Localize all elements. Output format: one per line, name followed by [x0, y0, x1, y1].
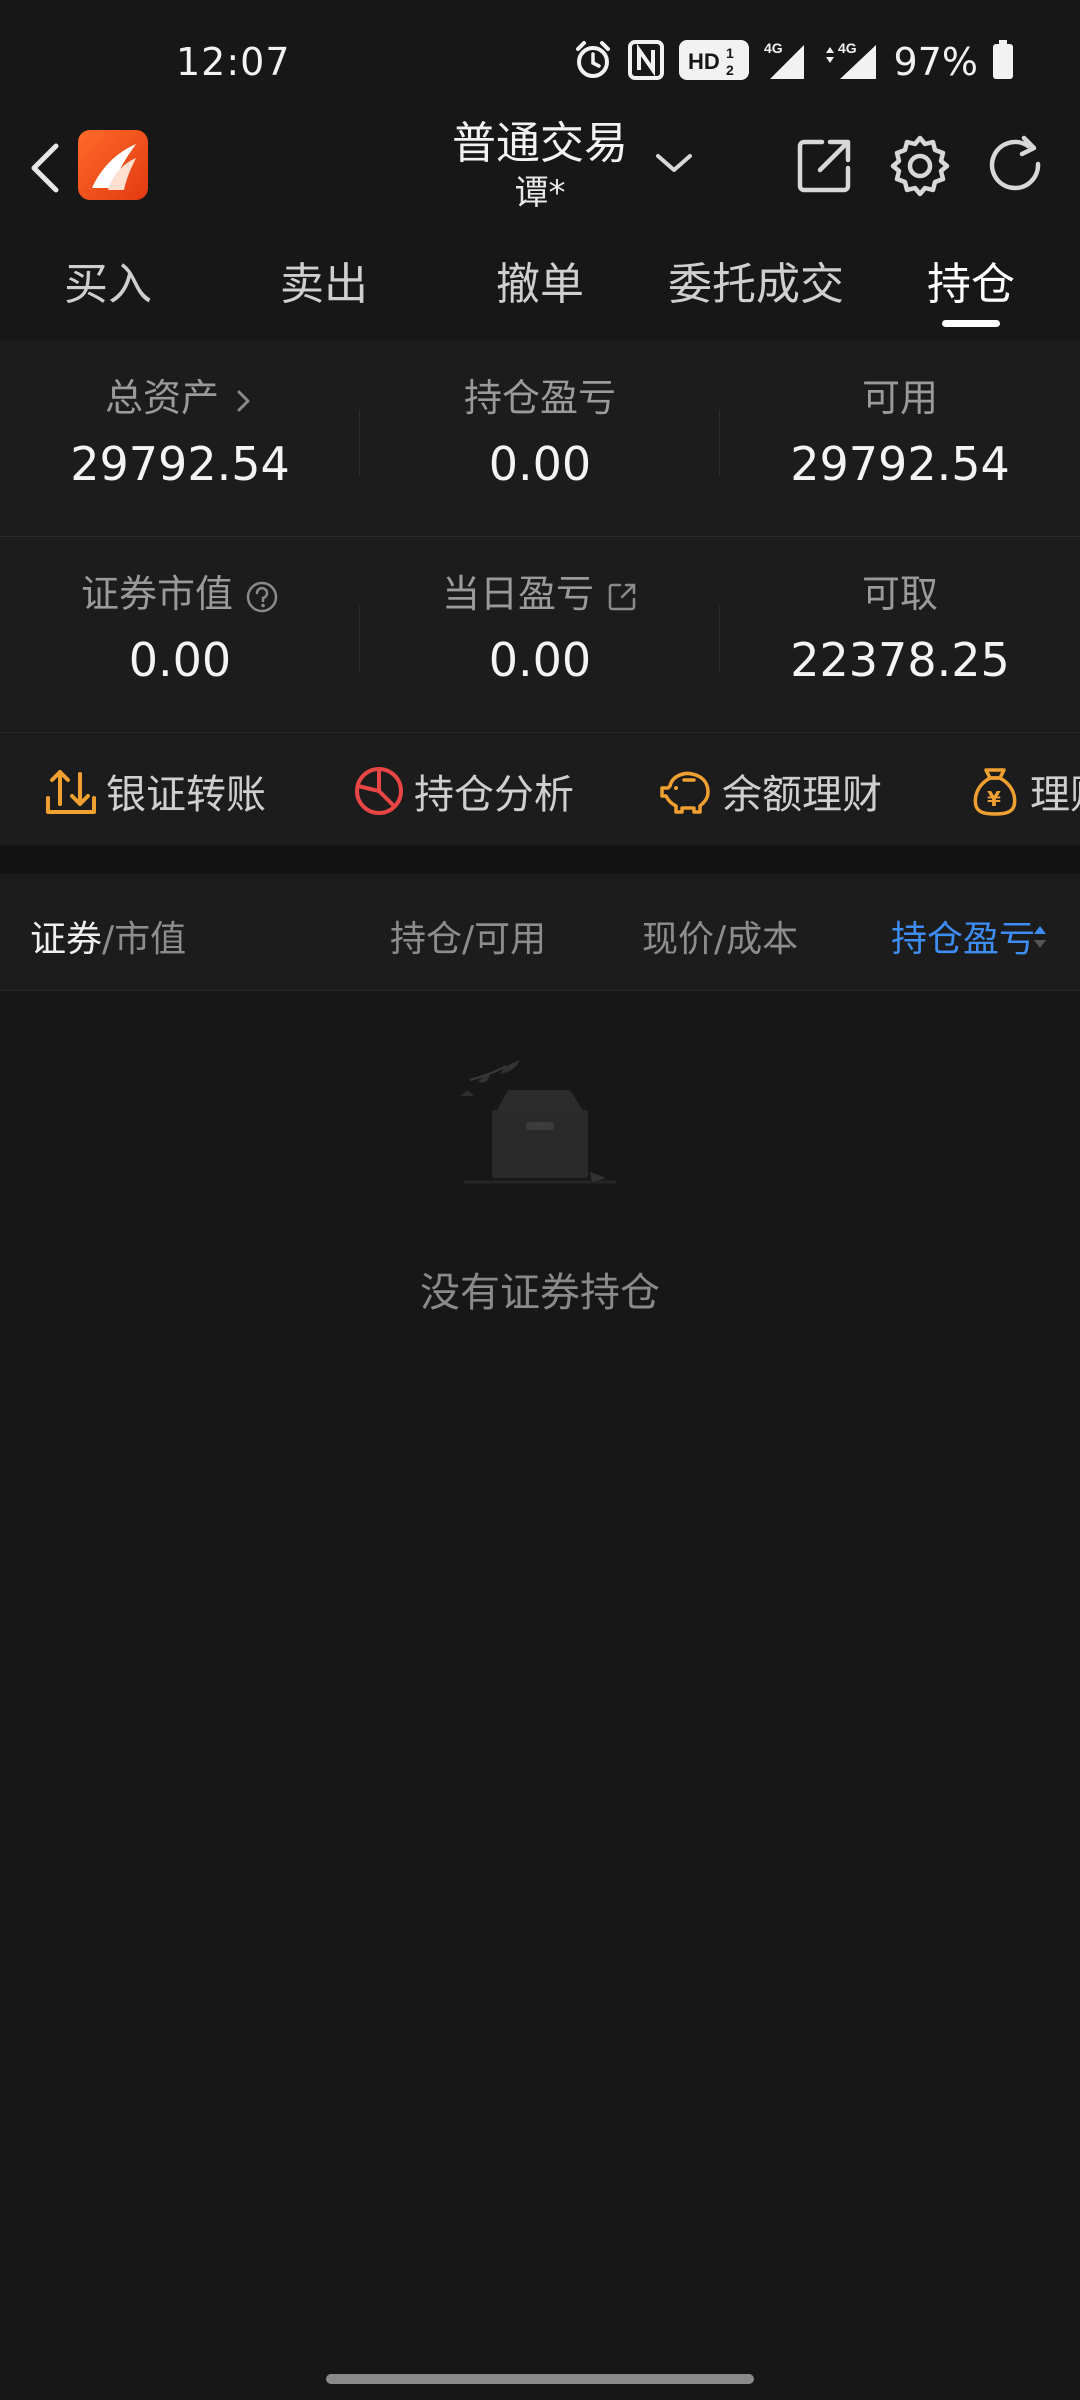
tab-sell[interactable]: 卖出	[280, 248, 368, 312]
svg-text:4G: 4G	[838, 40, 857, 56]
available-value: 29792.54	[790, 437, 1010, 491]
position-analysis-label: 持仓分析	[414, 772, 574, 818]
wealth-management-button[interactable]: ¥ 理财	[968, 763, 1080, 819]
column-position-pl[interactable]: 持仓盈亏	[891, 910, 1041, 962]
trade-tabs: 买入 卖出 撤单 委托成交 持仓	[0, 248, 1080, 338]
signal-4g-icon: 4G	[764, 39, 808, 85]
total-assets-label-row: 总资产	[0, 374, 360, 422]
daily-pl-cell[interactable]: 当日盈亏 0.00	[360, 536, 720, 732]
market-value-label-row: 证券市值	[0, 570, 360, 618]
share-icon	[797, 139, 851, 193]
status-icons: HD 1 2 4G 4G 97%	[572, 40, 1014, 84]
column-security-market-value[interactable]: 证券/市值	[30, 910, 186, 962]
empty-state: 没有证券持仓	[0, 1060, 1080, 1316]
total-assets-label: 总资产	[104, 376, 219, 420]
back-button[interactable]	[20, 138, 70, 198]
home-indicator[interactable]	[326, 2374, 754, 2384]
bank-transfer-label: 银证转账	[106, 772, 266, 818]
active-tab-indicator	[942, 320, 1000, 327]
battery-icon	[992, 40, 1014, 84]
battery-percent: 97%	[893, 40, 978, 84]
share-button[interactable]	[792, 134, 856, 198]
app-logo[interactable]	[78, 130, 148, 200]
column-position-pl-label: 持仓盈亏	[891, 919, 1036, 960]
external-link-icon	[608, 583, 636, 610]
svg-text:¥: ¥	[987, 787, 1001, 811]
position-pl-value: 0.00	[488, 437, 592, 491]
tab-cancel[interactable]: 撤单	[496, 248, 584, 312]
bank-transfer-button[interactable]: 银证转账	[44, 763, 266, 819]
withdrawable-label: 可取	[861, 572, 938, 616]
settings-button[interactable]	[888, 134, 952, 198]
refresh-button[interactable]	[984, 134, 1048, 198]
top-bar: 普通交易 谭*	[0, 110, 1080, 230]
money-bag-icon: ¥	[973, 768, 1017, 816]
svg-text:1: 1	[726, 45, 734, 61]
available-label: 可用	[861, 376, 938, 420]
position-analysis-button[interactable]: 持仓分析	[352, 763, 574, 819]
market-value-cell: 证券市值 0.00	[0, 536, 360, 732]
position-pl-label: 持仓盈亏	[463, 376, 616, 420]
summary-row: 证券市值 0.00 当日盈亏 0.00 可取 22378.25	[0, 536, 1080, 732]
column-security-label: 证券	[30, 919, 103, 960]
pie-chart-icon	[355, 767, 403, 815]
section-divider	[0, 846, 1080, 874]
holdings-table-header: 证券/市值 持仓/可用 现价/成本 持仓盈亏	[0, 874, 1080, 991]
available-cell: 可用 29792.54	[720, 340, 1080, 536]
alarm-icon	[572, 39, 614, 85]
tab-orders[interactable]: 委托成交	[668, 248, 844, 312]
market-value-value: 0.00	[128, 633, 232, 687]
svg-text:HD: HD	[688, 49, 720, 74]
nfc-icon	[627, 40, 664, 84]
market-value-label: 证券市值	[80, 572, 233, 616]
signal-4g-icon: 4G	[822, 39, 880, 85]
svg-text:2: 2	[726, 62, 734, 78]
account-switch-button[interactable]	[652, 148, 696, 178]
column-price-cost[interactable]: 现价/成本	[642, 910, 798, 962]
empty-state-message: 没有证券持仓	[420, 1270, 660, 1316]
account-summary: 总资产 29792.54 持仓盈亏 0.00 可用 29792.54 证券市值	[0, 340, 1080, 732]
balance-finance-button[interactable]: 余额理财	[660, 763, 882, 819]
settings-icon	[890, 135, 950, 197]
sort-icon[interactable]	[1030, 922, 1050, 952]
daily-pl-label: 当日盈亏	[441, 572, 594, 616]
chevron-right-icon	[237, 390, 250, 411]
help-icon[interactable]	[245, 580, 279, 614]
refresh-icon	[989, 135, 1041, 191]
withdrawable-value: 22378.25	[790, 633, 1010, 687]
summary-row: 总资产 29792.54 持仓盈亏 0.00 可用 29792.54	[0, 340, 1080, 537]
column-market-value-label: /市值	[102, 919, 187, 960]
status-time: 12:07	[176, 40, 291, 84]
empty-box-icon	[460, 1060, 616, 1184]
column-position-available[interactable]: 持仓/可用	[390, 910, 546, 962]
total-assets-value: 29792.54	[70, 437, 290, 491]
back-icon	[31, 143, 59, 193]
daily-pl-value: 0.00	[488, 633, 592, 687]
tab-positions[interactable]: 持仓	[927, 248, 1015, 312]
wealth-management-label: 理财	[1030, 772, 1080, 818]
tab-buy[interactable]: 买入	[64, 248, 152, 312]
transfer-icon	[46, 770, 96, 814]
withdrawable-cell: 可取 22378.25	[720, 536, 1080, 732]
daily-pl-label-row: 当日盈亏	[360, 570, 720, 618]
position-pl-cell: 持仓盈亏 0.00	[360, 340, 720, 536]
quick-actions: 银证转账 持仓分析 余额理财 ¥ 理财	[0, 732, 1080, 845]
svg-text:4G: 4G	[764, 40, 783, 56]
balance-finance-label: 余额理财	[722, 772, 882, 818]
chevron-down-icon	[656, 154, 692, 172]
hd-icon: HD 1 2	[678, 39, 750, 85]
piggy-bank-icon	[660, 771, 710, 814]
total-assets-cell[interactable]: 总资产 29792.54	[0, 340, 360, 536]
